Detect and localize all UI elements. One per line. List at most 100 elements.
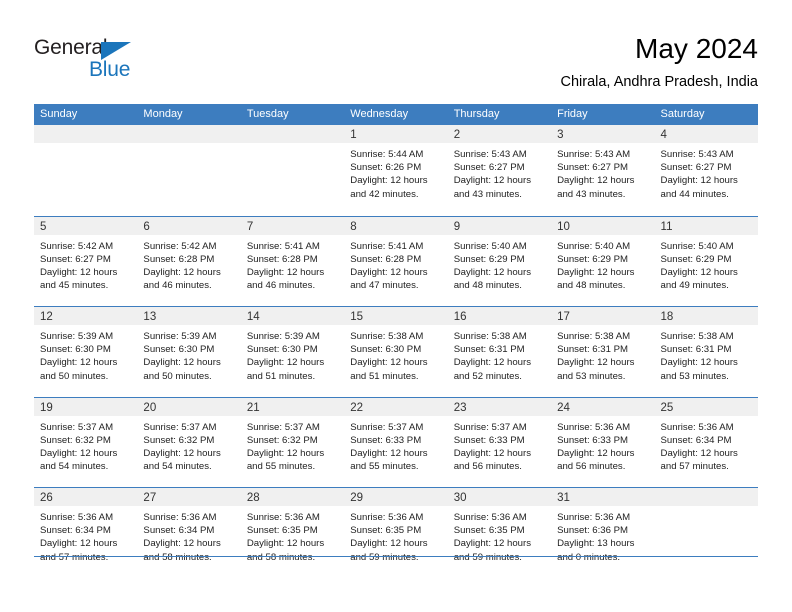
date-band: 1 <box>344 125 448 143</box>
calendar-day-cell[interactable]: 31 Sunrise: 5:36 AM Sunset: 6:36 PM Dayligh… <box>551 488 655 578</box>
daylight-line-cont: and 55 minutes. <box>350 461 419 473</box>
weekday-header-saturday: Saturday <box>660 108 705 120</box>
date-band: 31 <box>551 488 655 506</box>
date-band <box>654 488 758 506</box>
date-band: 7 <box>240 216 345 235</box>
calendar-day-cell[interactable]: 21 Sunrise: 5:37 AM Sunset: 6:32 PM Dayligh… <box>240 397 345 487</box>
sunset-line: Sunset: 6:29 PM <box>557 253 629 265</box>
day-detail: Sunrise: 5:37 AM Sunset: 6:33 PM Daylight:… <box>344 416 447 474</box>
day-number: 13 <box>143 311 157 323</box>
date-band <box>137 125 241 143</box>
calendar-day-cell[interactable]: 6 Sunrise: 5:42 AM Sunset: 6:28 PM Daylight… <box>137 216 241 306</box>
calendar-day-cell[interactable]: 27 Sunrise: 5:36 AM Sunset: 6:34 PM Dayligh… <box>137 488 241 578</box>
daylight-line: Daylight: 13 hours <box>557 538 635 550</box>
calendar-day-cell-empty <box>137 125 241 216</box>
date-band: 18 <box>654 307 758 325</box>
daylight-line: Daylight: 12 hours <box>350 357 428 369</box>
calendar-day-cell[interactable]: 20 Sunrise: 5:37 AM Sunset: 6:32 PM Dayligh… <box>137 397 241 487</box>
calendar-day-cell[interactable]: 30 Sunrise: 5:36 AM Sunset: 6:35 PM Dayligh… <box>447 488 552 578</box>
calendar-day-cell[interactable]: 14 Sunrise: 5:39 AM Sunset: 6:30 PM Dayligh… <box>240 307 345 397</box>
sunrise-line: Sunrise: 5:36 AM <box>660 421 734 433</box>
sunrise-line: Sunrise: 5:37 AM <box>453 421 527 433</box>
sunrise-line: Sunrise: 5:39 AM <box>40 331 114 342</box>
day-detail: Sunrise: 5:38 AM Sunset: 6:31 PM Daylight:… <box>448 325 551 383</box>
date-band: 14 <box>240 307 345 325</box>
day-number: 28 <box>246 492 260 504</box>
daylight-line-cont: and 56 minutes. <box>453 461 522 473</box>
calendar-day-cell[interactable]: 17 Sunrise: 5:38 AM Sunset: 6:31 PM Dayligh… <box>551 307 655 397</box>
calendar-day-cell[interactable]: 15 Sunrise: 5:38 AM Sunset: 6:30 PM Dayligh… <box>344 307 448 397</box>
sunrise-line: Sunrise: 5:40 AM <box>660 240 734 252</box>
sunrise-line: Sunrise: 5:41 AM <box>350 240 424 252</box>
calendar-day-cell[interactable]: 2 Sunrise: 5:43 AM Sunset: 6:27 PM Daylight… <box>447 125 552 216</box>
daylight-line-cont: and 56 minutes. <box>557 461 626 473</box>
calendar-day-cell[interactable]: 4 Sunrise: 5:43 AM Sunset: 6:27 PM Daylight… <box>654 125 758 216</box>
daylight-line-cont: and 50 minutes. <box>40 370 109 382</box>
date-band: 22 <box>344 397 448 416</box>
daylight-line: Daylight: 12 hours <box>350 538 428 550</box>
daylight-line-cont: and 49 minutes. <box>660 280 729 292</box>
daylight-line-cont: and 59 minutes. <box>350 551 419 563</box>
daylight-line-cont: and 52 minutes. <box>453 370 522 382</box>
date-band <box>34 125 138 143</box>
calendar-week-row: 19 Sunrise: 5:37 AM Sunset: 6:32 PM Dayligh… <box>34 396 758 487</box>
date-band: 25 <box>654 397 758 416</box>
weekday-header-sunday: Sunday <box>40 108 78 120</box>
sunset-line: Sunset: 6:27 PM <box>660 162 732 174</box>
calendar-day-cell[interactable]: 8 Sunrise: 5:41 AM Sunset: 6:28 PM Daylight… <box>344 216 448 306</box>
calendar-day-cell[interactable]: 11 Sunrise: 5:40 AM Sunset: 6:29 PM Dayligh… <box>654 216 758 306</box>
date-band: 26 <box>34 488 138 506</box>
daylight-line: Daylight: 12 hours <box>453 175 532 187</box>
daylight-line-cont: and 54 minutes. <box>143 461 212 473</box>
calendar-day-cell[interactable]: 1 Sunrise: 5:44 AM Sunset: 6:26 PM Daylight… <box>344 125 448 216</box>
daylight-line-cont: and 51 minutes. <box>350 370 419 382</box>
page-header: General Blue May 2024 Chirala, Andhra Pr… <box>0 0 792 104</box>
day-detail: Sunrise: 5:37 AM Sunset: 6:32 PM Daylight:… <box>137 416 240 474</box>
calendar-day-cell[interactable]: 18 Sunrise: 5:38 AM Sunset: 6:31 PM Dayligh… <box>654 307 758 397</box>
daylight-line: Daylight: 12 hours <box>350 447 428 459</box>
calendar-day-cell[interactable]: 22 Sunrise: 5:37 AM Sunset: 6:33 PM Dayligh… <box>344 397 448 487</box>
date-band: 21 <box>240 397 345 416</box>
calendar-day-cell[interactable]: 23 Sunrise: 5:37 AM Sunset: 6:33 PM Dayligh… <box>447 397 552 487</box>
calendar-day-cell[interactable]: 24 Sunrise: 5:36 AM Sunset: 6:33 PM Dayligh… <box>551 397 655 487</box>
calendar-day-cell[interactable]: 16 Sunrise: 5:38 AM Sunset: 6:31 PM Dayligh… <box>447 307 552 397</box>
sunset-line: Sunset: 6:30 PM <box>143 344 215 356</box>
daylight-line-cont: and 59 minutes. <box>453 551 522 563</box>
sunrise-line: Sunrise: 5:38 AM <box>453 331 527 342</box>
daylight-line-cont: and 54 minutes. <box>40 461 109 473</box>
calendar-day-cell[interactable]: 25 Sunrise: 5:36 AM Sunset: 6:34 PM Dayligh… <box>654 397 758 487</box>
calendar-day-cell[interactable]: 10 Sunrise: 5:40 AM Sunset: 6:29 PM Dayligh… <box>551 216 655 306</box>
calendar-day-cell[interactable]: 9 Sunrise: 5:40 AM Sunset: 6:29 PM Daylight… <box>447 216 552 306</box>
page-subtitle: Chirala, Andhra Pradesh, India <box>560 74 759 90</box>
daylight-line-cont: and 44 minutes. <box>660 188 729 200</box>
day-detail: Sunrise: 5:41 AM Sunset: 6:28 PM Daylight:… <box>344 235 447 293</box>
calendar-day-cell[interactable]: 5 Sunrise: 5:42 AM Sunset: 6:27 PM Daylight… <box>34 216 138 306</box>
daylight-line: Daylight: 12 hours <box>350 266 428 278</box>
daylight-line: Daylight: 12 hours <box>660 175 738 187</box>
daylight-line: Daylight: 12 hours <box>453 357 532 369</box>
sunset-line: Sunset: 6:34 PM <box>40 525 111 537</box>
sunrise-line: Sunrise: 5:38 AM <box>660 331 734 342</box>
sunset-line: Sunset: 6:29 PM <box>453 253 525 265</box>
calendar-day-cell[interactable]: 13 Sunrise: 5:39 AM Sunset: 6:30 PM Dayligh… <box>137 307 241 397</box>
day-number: 31 <box>557 492 570 504</box>
day-number: 20 <box>143 401 157 414</box>
day-detail: Sunrise: 5:44 AM Sunset: 6:26 PM Daylight:… <box>344 143 447 201</box>
day-number: 4 <box>660 129 667 141</box>
calendar-day-cell[interactable]: 26 Sunrise: 5:36 AM Sunset: 6:34 PM Dayligh… <box>34 488 138 578</box>
calendar-day-cell[interactable]: 3 Sunrise: 5:43 AM Sunset: 6:27 PM Daylight… <box>551 125 655 216</box>
calendar-day-cell[interactable]: 19 Sunrise: 5:37 AM Sunset: 6:32 PM Dayligh… <box>34 397 138 487</box>
daylight-line-cont: and 47 minutes. <box>350 280 419 292</box>
day-detail: Sunrise: 5:38 AM Sunset: 6:31 PM Daylight:… <box>551 325 654 383</box>
sunrise-line: Sunrise: 5:36 AM <box>453 512 527 523</box>
sunset-line: Sunset: 6:31 PM <box>660 344 732 356</box>
day-number: 3 <box>557 129 564 141</box>
date-band: 5 <box>34 216 138 235</box>
calendar-day-cell[interactable]: 28 Sunrise: 5:36 AM Sunset: 6:35 PM Dayligh… <box>240 488 345 578</box>
calendar-week-row: 5 Sunrise: 5:42 AM Sunset: 6:27 PM Daylight… <box>34 215 758 306</box>
calendar-day-cell[interactable]: 29 Sunrise: 5:36 AM Sunset: 6:35 PM Dayligh… <box>344 488 448 578</box>
calendar-day-cell[interactable]: 12 Sunrise: 5:39 AM Sunset: 6:30 PM Dayligh… <box>34 307 138 397</box>
day-detail: Sunrise: 5:37 AM Sunset: 6:32 PM Daylight:… <box>34 416 137 474</box>
calendar-day-cell[interactable]: 7 Sunrise: 5:41 AM Sunset: 6:28 PM Daylight… <box>240 216 345 306</box>
general-blue-logo[interactable]: General Blue <box>34 36 154 84</box>
